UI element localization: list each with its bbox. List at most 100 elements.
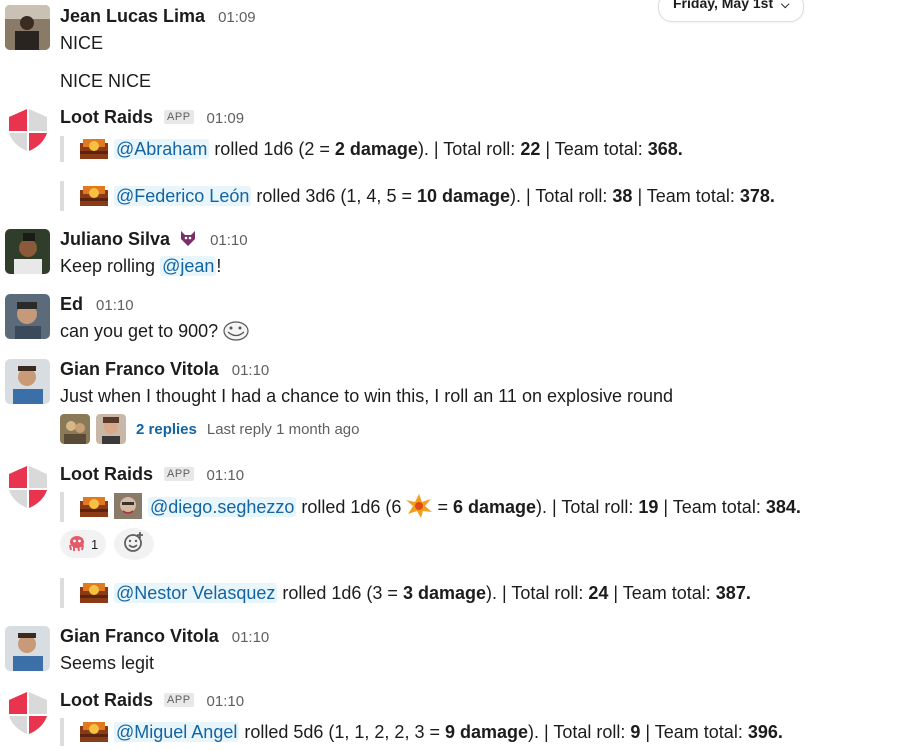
- user-mention[interactable]: @Federico León: [114, 186, 252, 206]
- thread-summary[interactable]: 2 replies Last reply 1 month ago: [60, 414, 359, 444]
- total-roll-value: 38: [612, 186, 633, 206]
- reaction-count: 1: [91, 536, 99, 552]
- shield-logo-icon[interactable]: [7, 690, 49, 736]
- date-divider-button[interactable]: Friday, May 1st ⌵: [658, 0, 805, 22]
- user-photo-icon: [5, 359, 50, 404]
- roll-text: | Team total:: [658, 497, 766, 517]
- roll-text: ). | Total roll:: [485, 583, 589, 603]
- trollface-emoji-icon: [223, 321, 249, 346]
- roll-result: @Abraham rolled 1d6 (2 = 2 damage). | To…: [60, 136, 683, 162]
- user-photo-icon: [114, 493, 142, 519]
- user-photo-icon: [5, 626, 50, 671]
- team-total-value: 368.: [647, 139, 683, 159]
- damage-value: 2 damage: [334, 139, 418, 159]
- roll-text: | Team total:: [608, 583, 716, 603]
- app-badge: APP: [164, 693, 194, 707]
- avatar: [96, 414, 126, 444]
- sender-name[interactable]: Loot Raids: [60, 107, 153, 127]
- treasure-chest-icon: [80, 495, 108, 517]
- total-roll-value: 22: [520, 139, 541, 159]
- team-total-value: 378.: [739, 186, 775, 206]
- add-reaction-icon: [123, 531, 145, 558]
- team-total-value: 384.: [765, 497, 801, 517]
- damage-value: 9 damage: [444, 722, 529, 742]
- avatar[interactable]: [5, 359, 50, 404]
- damage-value: 10 damage: [416, 186, 511, 206]
- sender-name[interactable]: Gian Franco Vitola: [60, 626, 219, 646]
- sender-name[interactable]: Loot Raids: [60, 690, 153, 710]
- roll-text: | Team total:: [540, 139, 648, 159]
- explosion-emoji-icon: [406, 494, 433, 527]
- octopus-emoji-icon: [68, 535, 86, 554]
- roll-text: rolled 1d6 (3 =: [277, 583, 403, 603]
- damage-value: 3 damage: [402, 583, 486, 603]
- user-mention[interactable]: @Miguel Angel: [114, 722, 240, 742]
- timestamp[interactable]: 01:10: [207, 693, 245, 710]
- timestamp[interactable]: 01:10: [210, 232, 248, 249]
- thread-replies-link[interactable]: 2 replies: [136, 421, 197, 438]
- roll-text: | Team total:: [640, 722, 748, 742]
- user-mention[interactable]: @jean: [160, 256, 217, 276]
- roll-text: ). | Total roll:: [528, 722, 631, 742]
- team-total-value: 396.: [747, 722, 783, 742]
- sender-name[interactable]: Ed: [60, 294, 83, 314]
- team-total-value: 387.: [715, 583, 751, 603]
- treasure-chest-icon: [80, 720, 108, 742]
- shield-logo-icon[interactable]: [7, 464, 49, 510]
- shield-logo-icon[interactable]: [7, 107, 49, 153]
- roll-text: rolled 1d6 (6: [296, 497, 407, 517]
- avatar[interactable]: [5, 5, 50, 50]
- roll-text: rolled 1d6 (2 =: [209, 139, 335, 159]
- app-badge: APP: [164, 467, 194, 481]
- user-photo-icon: [5, 229, 50, 274]
- message-text: NICE: [60, 33, 104, 53]
- roll-result: @diego.seghezzo rolled 1d6 (6 = 6 damage…: [60, 492, 801, 522]
- total-roll-value: 9: [630, 722, 641, 742]
- timestamp[interactable]: 01:10: [232, 629, 270, 646]
- thread-last-reply: Last reply 1 month ago: [206, 420, 360, 438]
- timestamp[interactable]: 01:09: [218, 9, 256, 26]
- timestamp[interactable]: 01:10: [207, 467, 245, 484]
- total-roll-value: 24: [588, 583, 609, 603]
- roll-text: rolled 5d6 (1, 1, 2, 2, 3 =: [239, 722, 445, 742]
- user-mention[interactable]: @Nestor Velasquez: [114, 583, 278, 603]
- treasure-chest-icon: [80, 137, 108, 159]
- sender-name[interactable]: Juliano Silva: [60, 229, 170, 249]
- message-text: Seems legit: [60, 653, 155, 673]
- avatar: [60, 414, 90, 444]
- total-roll-value: 19: [638, 497, 659, 517]
- user-mention[interactable]: @Abraham: [114, 139, 210, 159]
- avatar[interactable]: [5, 229, 50, 274]
- treasure-chest-icon: [80, 184, 108, 206]
- roll-text: rolled 3d6 (1, 4, 5 =: [251, 186, 417, 206]
- roll-result: @Miguel Angel rolled 5d6 (1, 1, 2, 2, 3 …: [60, 718, 783, 746]
- wolf-badge-icon: [179, 229, 197, 252]
- timestamp[interactable]: 01:10: [96, 297, 134, 314]
- avatar[interactable]: [5, 294, 50, 339]
- sender-name[interactable]: Gian Franco Vitola: [60, 359, 219, 379]
- reaction-pill[interactable]: 1: [60, 530, 107, 558]
- roll-text: ). | Total roll:: [510, 186, 613, 206]
- message-text: can you get to 900?: [60, 321, 219, 341]
- roll-result: @Federico León rolled 3d6 (1, 4, 5 = 10 …: [60, 181, 775, 211]
- avatar[interactable]: [5, 626, 50, 671]
- user-photo-icon: [5, 5, 50, 50]
- chevron-down-icon: ⌵: [781, 0, 790, 11]
- timestamp[interactable]: 01:10: [232, 362, 270, 379]
- message-text: Keep rolling: [60, 256, 161, 276]
- roll-text: | Team total:: [632, 186, 740, 206]
- add-reaction-button[interactable]: [114, 528, 154, 560]
- message-text: NICE NICE: [60, 71, 152, 91]
- timestamp[interactable]: 01:09: [207, 110, 245, 127]
- roll-text: ). | Total roll:: [417, 139, 521, 159]
- roll-result: @Nestor Velasquez rolled 1d6 (3 = 3 dama…: [60, 578, 751, 608]
- treasure-chest-icon: [80, 581, 108, 603]
- date-divider-label: Friday, May 1st: [673, 0, 774, 11]
- app-badge: APP: [164, 110, 194, 124]
- user-mention[interactable]: @diego.seghezzo: [148, 497, 297, 517]
- message-text: Just when I thought I had a chance to wi…: [60, 386, 674, 406]
- roll-text: ). | Total roll:: [536, 497, 639, 517]
- sender-name[interactable]: Jean Lucas Lima: [60, 6, 205, 26]
- sender-name[interactable]: Loot Raids: [60, 464, 153, 484]
- damage-value: 6 damage: [452, 497, 537, 517]
